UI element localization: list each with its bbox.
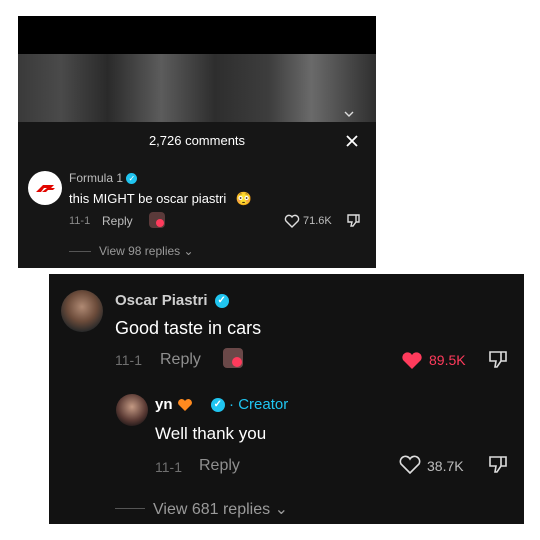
- heart-filled-icon[interactable]: [401, 351, 423, 370]
- view-replies-label: View 98 replies: [99, 244, 181, 258]
- comment-author-row: Oscar Piastri ✓: [115, 292, 229, 309]
- comment-author-row: Formula 1 ✓: [69, 171, 138, 185]
- video-frame: [18, 54, 376, 122]
- comment-text: this MIGHT be oscar piastri: [69, 191, 227, 206]
- replies-divider: [115, 508, 145, 509]
- chevron-down-icon: [344, 111, 354, 117]
- bottom-screenshot: Oscar Piastri ✓ Good taste in cars 11-1 …: [49, 274, 524, 524]
- verified-icon: ✓: [210, 398, 225, 413]
- liked-by-creator-avatar: [223, 348, 243, 368]
- chevron-down-icon: ⌄: [274, 501, 288, 518]
- view-replies-label: View 681 replies: [153, 501, 271, 518]
- heart-outline-icon[interactable]: [399, 455, 421, 474]
- orange-heart-icon: [177, 399, 192, 412]
- reply-author-row: yn ✓ · Creator: [155, 396, 289, 413]
- like-count: 89.5K: [429, 352, 466, 368]
- flushed-emoji: 😳: [235, 191, 253, 206]
- comment-text: Good taste in cars: [115, 318, 262, 338]
- close-icon[interactable]: [345, 134, 359, 148]
- creator-label: Creator: [238, 396, 289, 413]
- comment-author[interactable]: Formula 1: [69, 171, 123, 185]
- reply-text: Well thank you: [155, 424, 267, 443]
- dislike-icon[interactable]: [346, 213, 360, 228]
- reply-button[interactable]: Reply: [102, 214, 133, 228]
- replies-divider: [69, 251, 91, 252]
- view-replies-button[interactable]: View 98 replies ⌄: [99, 244, 194, 258]
- reply-like-count: 38.7K: [427, 458, 464, 474]
- top-screenshot: 2,726 comments Formula 1 ✓ this MIGHT be…: [18, 16, 376, 268]
- chevron-down-icon: ⌄: [183, 244, 194, 258]
- yn-avatar[interactable]: [116, 394, 148, 426]
- comment-date: 11-1: [115, 352, 142, 368]
- reply-date: 11-1: [155, 459, 182, 475]
- heart-outline-icon[interactable]: [284, 214, 300, 228]
- like-count: 71.6K: [303, 215, 332, 227]
- dislike-icon[interactable]: [488, 454, 508, 475]
- comment-author[interactable]: Oscar Piastri: [115, 292, 208, 309]
- f1-logo-icon: [36, 185, 55, 192]
- reply-author[interactable]: yn: [155, 396, 173, 413]
- formula1-avatar[interactable]: [28, 171, 62, 205]
- view-replies-button[interactable]: View 681 replies ⌄: [153, 499, 288, 519]
- dislike-icon[interactable]: [488, 349, 508, 370]
- comment-date: 11-1: [69, 215, 91, 227]
- verified-icon: ✓: [214, 294, 229, 309]
- verified-icon: ✓: [126, 173, 138, 185]
- comments-count: 2,726 comments: [148, 133, 246, 148]
- reply-button[interactable]: Reply: [160, 351, 201, 369]
- video-player[interactable]: [18, 16, 376, 122]
- oscar-piastri-avatar[interactable]: [61, 290, 103, 332]
- reply-reply-button[interactable]: Reply: [199, 457, 240, 475]
- liked-by-creator-avatar: [149, 212, 165, 228]
- comment-text-row: this MIGHT be oscar piastri 😳: [69, 191, 252, 207]
